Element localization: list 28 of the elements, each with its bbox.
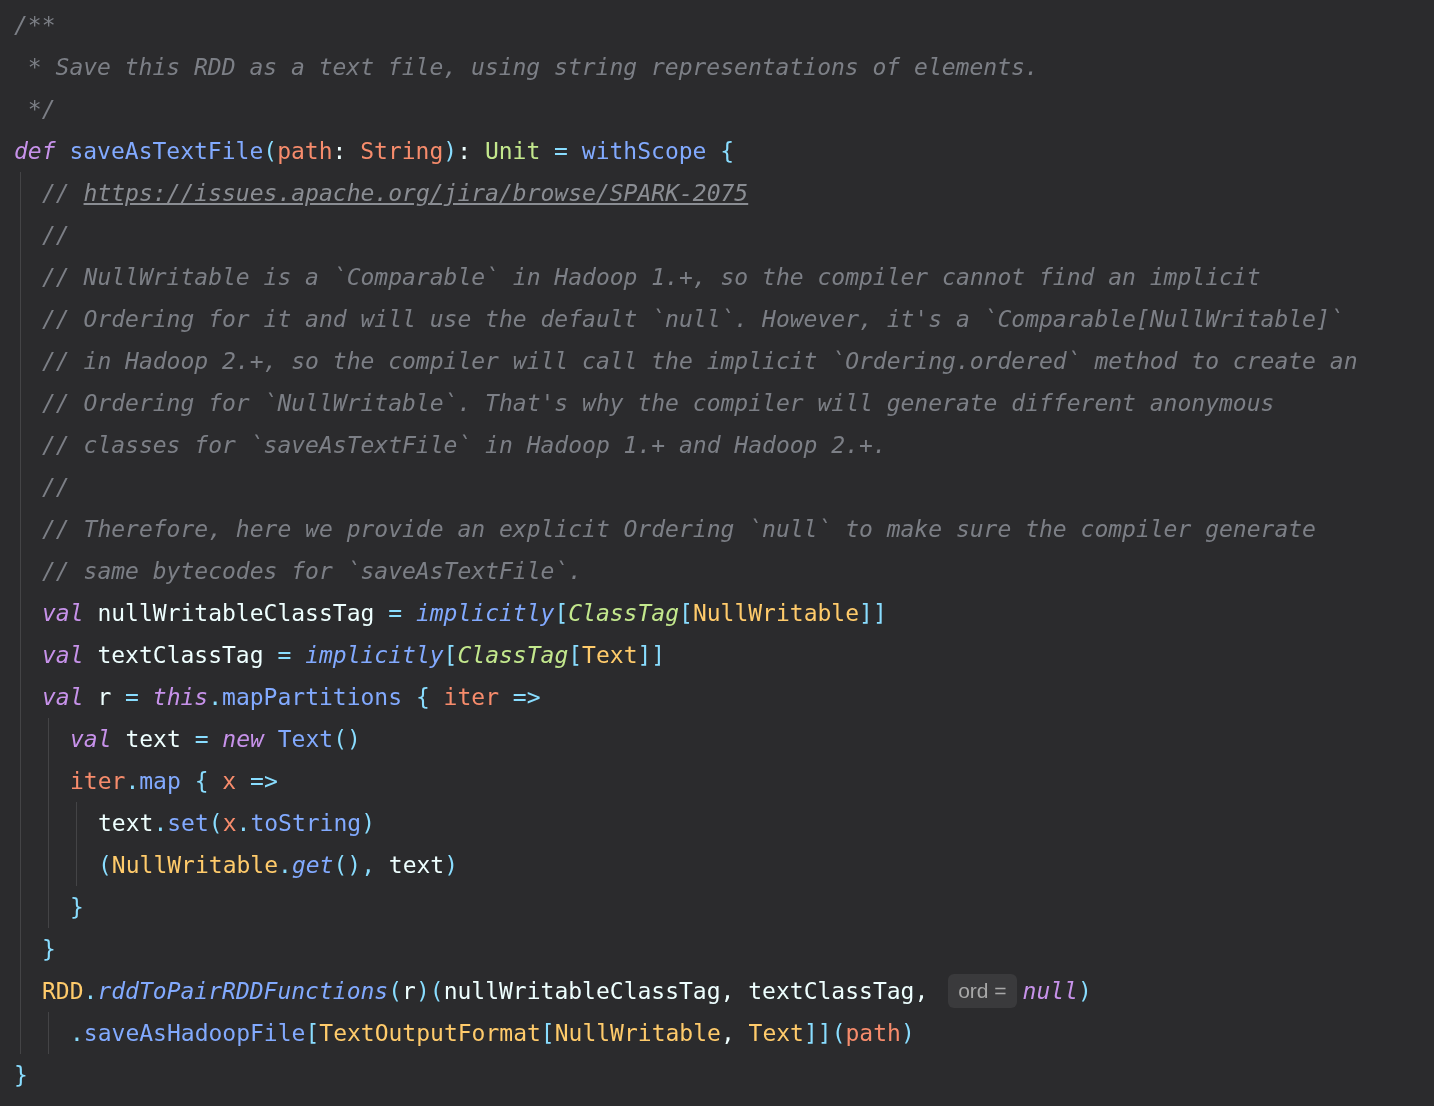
code-line: // Ordering for `NullWritable`. That's why the compiler will generate different anonymous: [42, 388, 1275, 418]
code-line: }: [70, 892, 84, 922]
code-line: * Save this RDD as a text file, using string representations of elements.: [26, 52, 1039, 82]
code-line: // Therefore, here we provide an explicit Ordering `null` to make sure the compiler generate: [42, 514, 1316, 544]
code-line: }: [14, 1060, 28, 1090]
code-line: // https://issues.apache.org/jira/browse/SPARK-2075: [42, 178, 749, 208]
code-line: null): [1022, 976, 1092, 1006]
code-line: iter.map { x =>: [70, 766, 278, 796]
code-line: */: [26, 94, 56, 124]
code-line: .saveAsHadoopFile[TextOutputFormat[NullWritable, Text]](path): [70, 1018, 915, 1048]
code-line: def saveAsTextFile(path: String): Unit = withScope {: [14, 136, 735, 166]
code-line: // classes for `saveAsTextFile` in Hadoop 1.+ and Hadoop 2.+.: [42, 430, 887, 460]
inlay-hint: ord =: [948, 974, 1017, 1008]
code-line: // Ordering for it and will use the default `null`. However, it's a `Comparable[NullWritable]`: [42, 304, 1344, 334]
code-line: val text = new Text(): [70, 724, 361, 754]
code-line: // in Hadoop 2.+, so the compiler will call the implicit `Ordering.ordered` method to create an: [42, 346, 1358, 376]
code-line: RDD.rddToPairRDDFunctions(r)(nullWritableClassTag, textClassTag,: [42, 976, 930, 1006]
code-line: text.set(x.toString): [98, 808, 375, 838]
code-line: val textClassTag = implicitly[ClassTag[Text]]: [42, 640, 666, 670]
code-line: val nullWritableClassTag = implicitly[ClassTag[NullWritable]]: [42, 598, 887, 628]
code-line: //: [42, 220, 70, 250]
code-line: /**: [14, 10, 56, 40]
code-line: // NullWritable is a `Comparable` in Hadoop 1.+, so the compiler cannot find an implicit: [42, 262, 1261, 292]
code-line: // same bytecodes for `saveAsTextFile`.: [42, 556, 583, 586]
code-line: (NullWritable.get(), text): [98, 850, 459, 880]
code-line: //: [42, 472, 70, 502]
code-line: }: [42, 934, 56, 964]
code-line: val r = this.mapPartitions { iter =>: [42, 682, 541, 712]
